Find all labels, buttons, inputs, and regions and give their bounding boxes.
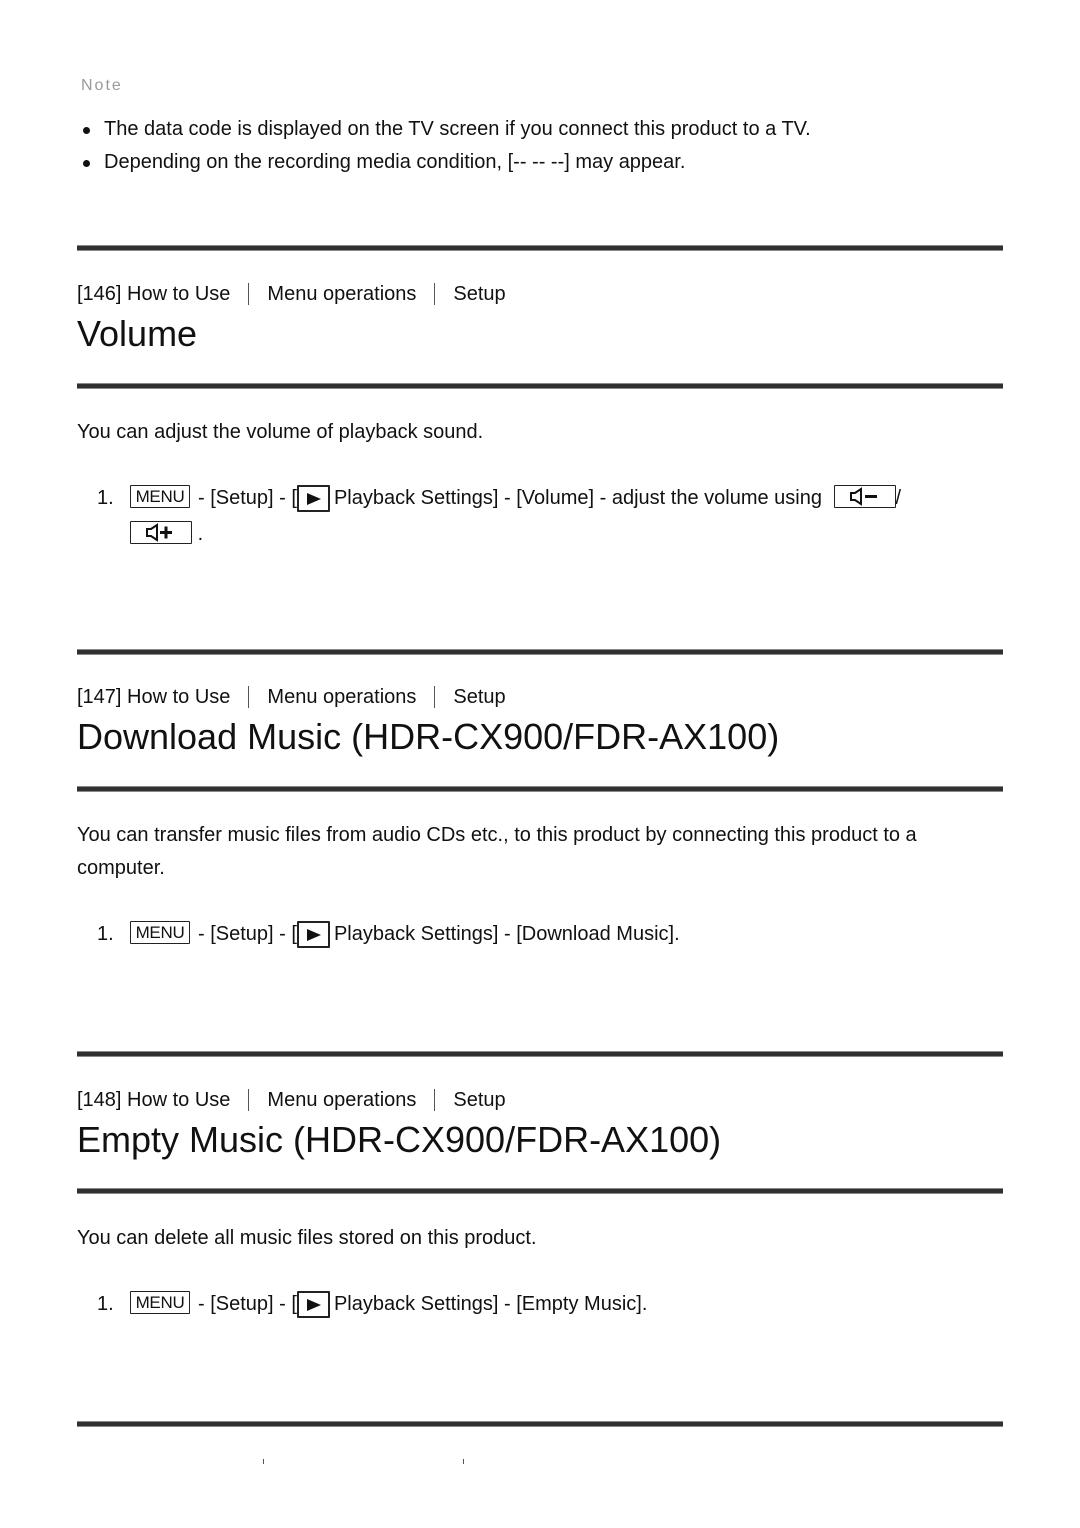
step-text: Playback Settings] - [Empty Music]. <box>333 1293 648 1315</box>
breadcrumb-how-to-use[interactable]: How to Use <box>127 1087 230 1113</box>
volume-up-icon <box>130 521 192 545</box>
page-title: Volume <box>77 313 198 354</box>
topic-number: [146] <box>77 283 122 305</box>
menu-button-icon: MENU <box>130 1291 190 1315</box>
page-title: Empty Music (HDR-CX900/FDR-AX100) <box>77 1119 722 1160</box>
section-description: You can adjust the volume of playback so… <box>77 421 484 443</box>
step-text: . <box>197 523 204 545</box>
step-item: 1. MENU - [Setup] - [ Playback Settings] - … <box>97 918 680 951</box>
breadcrumb-how-to-use[interactable]: How to Use <box>127 281 230 307</box>
topic-number: [147] <box>77 686 122 708</box>
note-item: The data code is displayed on the TV scr… <box>77 113 811 146</box>
breadcrumb-menu-operations[interactable]: Menu operations <box>267 281 416 307</box>
note-item: Depending on the recording media conditi… <box>77 146 811 179</box>
bullet-icon <box>83 127 90 134</box>
breadcrumb-separator <box>434 686 436 708</box>
breadcrumb: [146] How to Use Menu operations Setup <box>77 281 506 307</box>
section-divider <box>77 245 1003 251</box>
note-label: Note <box>81 77 123 94</box>
note-item-text: The data code is displayed on the TV scr… <box>104 118 811 140</box>
breadcrumb-separator <box>434 1089 436 1111</box>
breadcrumb-menu-operations[interactable]: Menu operations <box>267 1087 416 1113</box>
section-divider <box>77 1188 1003 1194</box>
section-description: You can delete all music files stored on… <box>77 1227 537 1249</box>
section-divider <box>77 383 1003 389</box>
volume-down-icon <box>833 485 896 509</box>
menu-button-icon: MENU <box>130 921 190 945</box>
step-item: 1. MENU - [Setup] - [ Playback Settings] - … <box>97 482 901 515</box>
step-item: 1. MENU - [Setup] - [ Playback Settings] - … <box>97 1288 647 1321</box>
breadcrumb-separator <box>263 1459 264 1464</box>
breadcrumb-menu-operations[interactable]: Menu operations <box>267 684 416 710</box>
breadcrumb-separator <box>434 283 436 305</box>
step-continuation: . <box>130 518 203 551</box>
playback-triangle-icon <box>296 485 330 513</box>
section-divider <box>77 649 1003 655</box>
breadcrumb-setup[interactable]: Setup <box>453 281 505 307</box>
step-text: Playback Settings] - [Volume] - adjust t… <box>333 487 822 509</box>
step-number: 1. <box>97 487 114 509</box>
step-text: - [Setup] - [ <box>198 1293 297 1315</box>
breadcrumb-separator <box>248 1089 250 1111</box>
topic-number: [148] <box>77 1089 122 1111</box>
bullet-icon <box>83 160 90 167</box>
breadcrumb-how-to-use[interactable]: How to Use <box>127 684 230 710</box>
section-divider <box>77 1051 1003 1057</box>
breadcrumb-separator <box>248 686 250 708</box>
step-text: - [Setup] - [ <box>198 487 297 509</box>
step-number: 1. <box>97 923 114 945</box>
menu-button-icon: MENU <box>130 485 190 509</box>
playback-triangle-icon <box>296 921 330 949</box>
breadcrumb-separator <box>248 283 250 305</box>
note-item-text: Depending on the recording media conditi… <box>104 151 686 173</box>
breadcrumb: [147] How to Use Menu operations Setup <box>77 684 506 710</box>
step-text: - [Setup] - [ <box>198 923 297 945</box>
note-list: The data code is displayed on the TV scr… <box>77 113 811 179</box>
section-divider <box>77 786 1003 792</box>
breadcrumb-setup[interactable]: Setup <box>453 684 505 710</box>
breadcrumb-setup[interactable]: Setup <box>453 1087 505 1113</box>
section-divider <box>77 1421 1003 1427</box>
step-text: Playback Settings] - [Download Music]. <box>333 923 680 945</box>
breadcrumb: [148] How to Use Menu operations Setup <box>77 1087 506 1113</box>
breadcrumb-separator <box>463 1459 464 1464</box>
step-number: 1. <box>97 1293 114 1315</box>
playback-triangle-icon <box>296 1291 330 1319</box>
page-title: Download Music (HDR-CX900/FDR-AX100) <box>77 716 780 757</box>
section-description: You can transfer music files from audio … <box>77 824 917 879</box>
step-text: / <box>895 487 902 509</box>
